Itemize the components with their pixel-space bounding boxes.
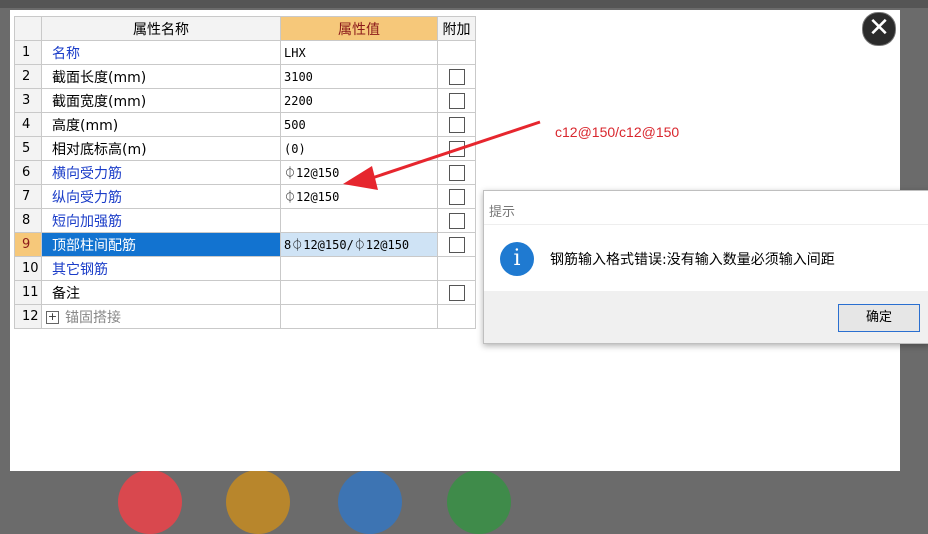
property-value[interactable]: ⏀12@150 (280, 160, 438, 185)
close-icon[interactable]: ✕ (862, 12, 896, 46)
extra-checkbox[interactable] (448, 92, 465, 109)
row-number: 8 (14, 208, 42, 233)
message-dialog: 提示 i 钢筋输入格式错误:没有输入数量必须输入间距 确定 (483, 190, 928, 344)
property-value[interactable] (280, 256, 438, 281)
table-row[interactable]: 12 + 锚固搭接 (14, 304, 476, 329)
background-favorite-button (226, 470, 290, 534)
row-number: 10 (14, 256, 42, 281)
expand-icon[interactable]: + (46, 311, 59, 324)
property-name[interactable]: 其它钢筋 (41, 256, 281, 281)
table-row[interactable]: 8 短向加强筋 (14, 208, 476, 233)
table-row[interactable]: 5 相对底标高(m) (0) (14, 136, 476, 161)
info-icon: i (500, 242, 534, 276)
grid-header-extra[interactable]: 附加 (437, 16, 476, 41)
extra-checkbox[interactable] (448, 188, 465, 205)
extra-cell (437, 304, 476, 329)
row-number: 12 (14, 304, 42, 329)
dialog-body: i 钢筋输入格式错误:没有输入数量必须输入间距 (484, 224, 928, 291)
table-row[interactable]: 1 名称 LHX (14, 40, 476, 65)
table-row[interactable]: 6 横向受力筋 ⏀12@150 (14, 160, 476, 185)
extra-checkbox[interactable] (448, 164, 465, 181)
property-name[interactable]: 高度(mm) (41, 112, 281, 137)
extra-checkbox[interactable] (448, 116, 465, 133)
property-name[interactable]: 相对底标高(m) (41, 136, 281, 161)
property-name[interactable]: 纵向受力筋 (41, 184, 281, 209)
extra-cell (437, 256, 476, 281)
property-name: 锚固搭接 (65, 309, 121, 326)
property-value[interactable] (280, 208, 438, 233)
row-number: 6 (14, 160, 42, 185)
property-value[interactable]: LHX (280, 40, 438, 65)
property-value[interactable]: ⏀12@150 (280, 184, 438, 209)
extra-checkbox[interactable] (448, 212, 465, 229)
property-name[interactable]: 备注 (41, 280, 281, 305)
row-number: 5 (14, 136, 42, 161)
property-name[interactable]: 短向加强筋 (41, 208, 281, 233)
property-name[interactable]: 横向受力筋 (41, 160, 281, 185)
background-like-button (118, 470, 182, 534)
grid-header-value[interactable]: 属性值 (280, 16, 438, 41)
property-value[interactable]: (0) (280, 136, 438, 161)
grid-header-name[interactable]: 属性名称 (41, 16, 281, 41)
table-row[interactable]: 4 高度(mm) 500 (14, 112, 476, 137)
extra-checkbox[interactable] (448, 284, 465, 301)
property-name[interactable]: 截面长度(mm) (41, 64, 281, 89)
row-number: 4 (14, 112, 42, 137)
grid-header-corner (14, 16, 42, 41)
table-row[interactable]: 3 截面宽度(mm) 2200 (14, 88, 476, 113)
dialog-footer: 确定 (484, 291, 928, 343)
row-number: 3 (14, 88, 42, 113)
table-row[interactable]: 10 其它钢筋 (14, 256, 476, 281)
property-value[interactable] (280, 304, 438, 329)
dialog-title: 提示 (489, 205, 516, 220)
property-value[interactable]: 3100 (280, 64, 438, 89)
extra-checkbox[interactable] (448, 140, 465, 157)
property-value[interactable]: 8⏀12@150/⏀12@150 (280, 232, 438, 257)
row-number: 11 (14, 280, 42, 305)
dialog-message: 钢筋输入格式错误:没有输入数量必须输入间距 (550, 252, 835, 268)
row-number: 2 (14, 64, 42, 89)
row-number: 7 (14, 184, 42, 209)
annotation-text: c12@150/c12@150 (555, 124, 680, 140)
property-name[interactable]: 顶部柱间配筋 (41, 232, 281, 257)
table-row[interactable]: 2 截面长度(mm) 3100 (14, 64, 476, 89)
extra-checkbox[interactable] (448, 68, 465, 85)
ok-button[interactable]: 确定 (838, 304, 920, 332)
property-name-group[interactable]: + 锚固搭接 (41, 304, 281, 329)
row-number: 1 (14, 40, 42, 65)
background-report-button (447, 470, 511, 534)
property-value[interactable]: 500 (280, 112, 438, 137)
table-row[interactable]: 11 备注 (14, 280, 476, 305)
property-value[interactable] (280, 280, 438, 305)
grid-header-row: 属性名称 属性值 附加 (14, 16, 476, 41)
background-top-bar (0, 0, 928, 8)
table-row-selected[interactable]: 9 顶部柱间配筋 8⏀12@150/⏀12@150 (14, 232, 476, 257)
property-name[interactable]: 名称 (41, 40, 281, 65)
property-grid: 属性名称 属性值 附加 1 名称 LHX 2 截面长度(mm) 3100 3 截… (14, 16, 476, 329)
row-number: 9 (14, 232, 42, 257)
property-value[interactable]: 2200 (280, 88, 438, 113)
extra-cell (437, 40, 476, 65)
property-name[interactable]: 截面宽度(mm) (41, 88, 281, 113)
table-row[interactable]: 7 纵向受力筋 ⏀12@150 (14, 184, 476, 209)
extra-checkbox[interactable] (448, 236, 465, 253)
background-share-button (338, 470, 402, 534)
